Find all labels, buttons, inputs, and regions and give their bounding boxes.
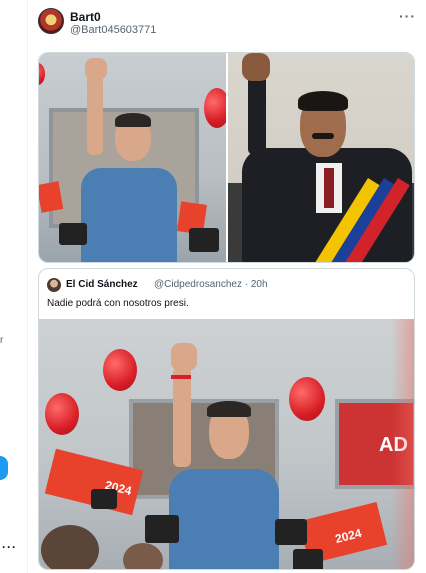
avatar: [47, 278, 61, 292]
camera: [275, 519, 307, 545]
quoted-tweet-text: Nadie podrá con nosotros presi.: [47, 298, 189, 309]
avatar[interactable]: [38, 8, 64, 34]
author-name[interactable]: Bart0: [70, 10, 101, 24]
sidebar-text-fragment: r: [0, 335, 4, 346]
left-sidebar-edge: r ···: [0, 0, 28, 573]
tweet[interactable]: Bart0 @Bart045603771 ··· El Cid Sánchez …: [28, 0, 426, 573]
bright-light: [391, 319, 414, 569]
more-options-icon[interactable]: ···: [2, 540, 17, 554]
person-body: [169, 469, 279, 569]
balloon: [103, 349, 137, 391]
camera: [293, 549, 323, 569]
fist: [242, 53, 270, 81]
balloon: [45, 393, 79, 435]
author-handle[interactable]: @Bart045603771: [70, 24, 156, 36]
camera: [145, 515, 179, 543]
more-icon[interactable]: ···: [399, 8, 416, 24]
quoted-tweet-header: El Cid Sánchez @Cidpedrosanchez · 20h: [47, 278, 407, 294]
balloon: [289, 377, 325, 421]
quoted-author-name: El Cid Sánchez: [66, 279, 138, 290]
camera: [91, 489, 117, 509]
raised-arm: [248, 75, 266, 155]
crowd-head: [41, 525, 99, 569]
tweet-header: Bart0 @Bart045603771 ···: [38, 8, 418, 40]
fist: [85, 58, 107, 80]
camera: [59, 223, 87, 245]
crowd-head: [123, 543, 163, 569]
raised-arm: [173, 367, 191, 467]
red-wristband: [171, 375, 191, 379]
person-body: [81, 168, 177, 262]
tie: [324, 168, 334, 208]
balloon: [39, 63, 45, 85]
hair: [207, 401, 251, 417]
hair: [115, 113, 151, 127]
mustache: [312, 133, 334, 139]
quoted-tweet[interactable]: El Cid Sánchez @Cidpedrosanchez · 20h Na…: [38, 268, 415, 570]
raised-arm: [87, 75, 103, 155]
fist: [171, 343, 197, 371]
photo-right[interactable]: [228, 53, 414, 262]
hair: [298, 91, 348, 111]
photo-left[interactable]: [39, 53, 226, 262]
quoted-photo[interactable]: AD 2024 2024: [39, 319, 414, 569]
camera: [189, 228, 219, 252]
balloon: [204, 88, 226, 128]
quoted-author-handle: @Cidpedrosanchez · 20h: [154, 279, 268, 290]
post-button-edge[interactable]: [0, 456, 8, 480]
media-grid: [38, 52, 415, 263]
